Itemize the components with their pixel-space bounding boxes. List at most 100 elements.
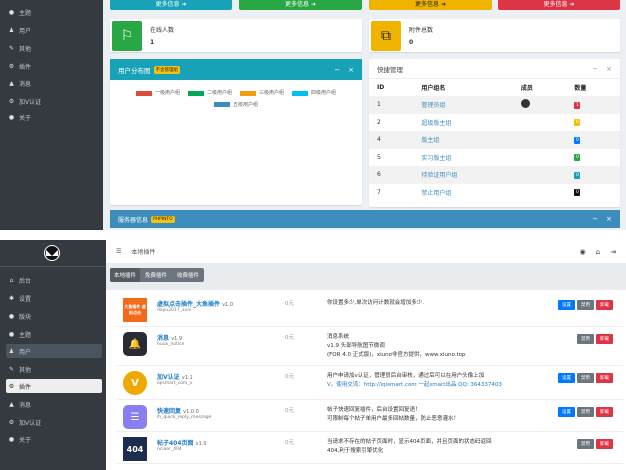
cogs-icon: ⚙ bbox=[8, 418, 15, 426]
legend-item[interactable]: 二级用户组 bbox=[187, 88, 232, 98]
plugin-name[interactable]: 快速回复 bbox=[157, 408, 181, 415]
group-link[interactable]: 禁止用户组 bbox=[421, 190, 451, 197]
settings-button[interactable]: 设置 bbox=[558, 300, 575, 310]
cogs-icon: ⚙ bbox=[8, 62, 15, 70]
group-link[interactable]: 管理员组 bbox=[421, 102, 445, 109]
sidebar-item[interactable]: ⌂ 后台 bbox=[6, 273, 102, 287]
disable-button[interactable]: 禁用 bbox=[577, 334, 594, 344]
tab-free-plugins[interactable]: 免费插件 bbox=[140, 268, 172, 282]
plugin-price: 0元 bbox=[285, 301, 294, 307]
plugin-price: 0元 bbox=[285, 335, 294, 341]
count-badge: 0 bbox=[574, 154, 581, 162]
sidebar-item[interactable]: ✱ 设置 bbox=[6, 291, 102, 305]
plugin-description: 用户申请加v认证，管理员后台审核，通过后可以在用户头像上加 V。使用交流：http… bbox=[327, 373, 502, 388]
group-link[interactable]: 实习版主组 bbox=[421, 155, 451, 162]
disable-button[interactable]: 禁用 bbox=[577, 300, 594, 310]
wrench-icon: ✎ bbox=[8, 44, 15, 52]
uninstall-button[interactable]: 卸载 bbox=[596, 373, 613, 383]
more-info-button[interactable]: 更多信息 ➜ bbox=[369, 0, 492, 10]
group-link[interactable]: 超级版主组 bbox=[421, 120, 451, 127]
quick-manage-box: 快捷管理 − × ID 用户组名 成员 数量 1 管理员组 1 2 超级版主组 0 4 版主组 0 5 实习… bbox=[369, 59, 620, 207]
home-icon: ⌂ bbox=[9, 276, 14, 284]
sidebar-item[interactable]: ● 关于 bbox=[6, 432, 102, 446]
sidebar-item-messages[interactable]: ▲ 消息 bbox=[6, 76, 102, 90]
plugin-row: V 加V认证 v1.1 iqismart_com_v 0元 用户申请加v认证，管… bbox=[117, 366, 623, 400]
minimize-icon[interactable]: − bbox=[592, 215, 598, 223]
sidebar-item[interactable]: ▲ 消息 bbox=[6, 397, 102, 411]
plugin-price: 0元 bbox=[285, 440, 294, 446]
tab-paid-plugins[interactable]: 收费插件 bbox=[172, 268, 204, 282]
plugin-row: 404 帖子404页面 v1.0 nciaer_404 0元 当请求不存在的帖子… bbox=[117, 432, 623, 464]
plugin-name[interactable]: 消息 bbox=[157, 335, 169, 342]
more-info-button[interactable]: 更多信息 ➜ bbox=[110, 0, 232, 10]
minimize-icon[interactable]: − bbox=[592, 65, 598, 73]
member-avatar-icon[interactable] bbox=[520, 99, 530, 109]
legend-item[interactable]: 一级用户组 bbox=[135, 88, 180, 98]
logo-icon[interactable]: ◣◢ bbox=[44, 245, 60, 261]
menu-icon[interactable]: ☰ bbox=[116, 248, 121, 255]
legend-swatch bbox=[292, 90, 309, 96]
sidebar-item[interactable]: ● 版块 bbox=[6, 309, 102, 323]
close-icon[interactable]: × bbox=[606, 215, 612, 223]
group-link[interactable]: 版主组 bbox=[421, 137, 439, 144]
sidebar-item-verify[interactable]: ⚙ 加V认证 bbox=[6, 94, 102, 108]
uninstall-button[interactable]: 卸载 bbox=[596, 300, 613, 310]
group-link[interactable]: 待验证用户组 bbox=[421, 172, 457, 179]
home-icon[interactable]: ⌂ bbox=[596, 248, 600, 256]
cogs-icon: ⚙ bbox=[8, 97, 15, 105]
sidebar-item[interactable]: ⚙ 加V认证 bbox=[6, 415, 102, 429]
logout-icon[interactable]: ⇥ bbox=[610, 248, 616, 256]
uninstall-button[interactable]: 卸载 bbox=[596, 334, 613, 344]
plugin-icon: 大鱼插件 虚拟点击 bbox=[123, 298, 147, 322]
more-info-button[interactable]: 更多信息 ➜ bbox=[239, 0, 362, 10]
sidebar-item[interactable]: ✎ 其他 bbox=[6, 362, 102, 376]
plugin-id: huux_notice bbox=[157, 342, 185, 347]
more-info-button[interactable]: 更多信息 ➜ bbox=[498, 0, 620, 10]
flag-icon: ⚐ bbox=[112, 20, 142, 51]
sidebar-item[interactable]: ♟ 用户 bbox=[6, 344, 102, 358]
plugin-name[interactable]: 帖子404页面 bbox=[157, 440, 194, 447]
tabs-bar: 本地插件 免费插件 收费插件 bbox=[106, 263, 626, 290]
plugin-description: 消息系统 v1.9 头部导航图节微调 (FOR 4.0 正式版)，xiuno非官方提… bbox=[327, 334, 466, 358]
disable-button[interactable]: 禁用 bbox=[577, 373, 594, 383]
legend-item[interactable]: 五级用户组 bbox=[213, 100, 258, 110]
attachments-box: ⧉ 附件总数 0 bbox=[369, 19, 620, 52]
table-row: 2 超级版主组 0 bbox=[377, 118, 581, 127]
uninstall-button[interactable]: 卸载 bbox=[596, 407, 613, 417]
table-row: 1 管理员组 1 bbox=[369, 96, 620, 114]
legend-item[interactable]: 三级用户组 bbox=[240, 88, 284, 98]
files-icon: ⧉ bbox=[371, 20, 401, 51]
sidebar-item-users[interactable]: ♟ 用户 bbox=[6, 23, 102, 37]
settings-button[interactable]: 设置 bbox=[558, 407, 575, 417]
legend-swatch bbox=[135, 90, 152, 96]
close-icon[interactable]: × bbox=[348, 66, 354, 74]
plugin-row: ☰ 快速回复 v1.0.0 lh_quick_reply_message 0元 … bbox=[117, 400, 623, 432]
sidebar-item-topic[interactable]: ● 主题 bbox=[6, 5, 102, 19]
user-group-table: ID 用户组名 成员 数量 1 管理员组 1 2 超级版主组 0 4 版主组 0 5 实习版主组 0 6 待验证… bbox=[369, 79, 620, 201]
sidebar-item-about[interactable]: ● 关于 bbox=[6, 110, 102, 124]
avatar-icon[interactable]: ◉ bbox=[580, 248, 586, 256]
minimize-icon[interactable]: − bbox=[334, 66, 340, 74]
top-header: ☰ 本地插件 ◉ ⌂ ⇥ bbox=[106, 240, 626, 263]
online-users-box: ⚐ 在线人数 1 bbox=[110, 19, 362, 52]
count-badge: 0 bbox=[574, 119, 581, 127]
comment-icon: ● bbox=[8, 330, 15, 338]
uninstall-button[interactable]: 卸载 bbox=[596, 439, 613, 449]
legend-item[interactable]: 四级用户组 bbox=[292, 88, 336, 98]
plugin-name[interactable]: 虚拟点击插件_大鱼插件 bbox=[157, 301, 220, 308]
settings-button[interactable]: 设置 bbox=[558, 373, 575, 383]
plugin-name[interactable]: 加V认证 bbox=[157, 374, 180, 381]
sidebar-item-plugins[interactable]: ⚙ 插件 bbox=[6, 59, 102, 73]
sidebar-item[interactable]: ⚙ 插件 bbox=[6, 379, 102, 393]
disable-button[interactable]: 禁用 bbox=[577, 407, 594, 417]
tab-local-plugins[interactable]: 本地插件 bbox=[110, 268, 141, 282]
close-icon[interactable]: × bbox=[606, 65, 612, 73]
plugin-price: 0元 bbox=[285, 374, 294, 380]
sidebar-item[interactable]: ● 主题 bbox=[6, 327, 102, 341]
plugin-icon: 404 bbox=[123, 437, 147, 461]
plugin-icon: 🔔 bbox=[123, 332, 147, 356]
disable-button[interactable]: 禁用 bbox=[577, 439, 594, 449]
sidebar-item-other[interactable]: ✎ 其他 bbox=[6, 41, 102, 55]
sidebar-bottom: ◣◢ ⌂ 后台 ✱ 设置 ● 版块 ● 主题 ♟ 用户 ✎ 其他 ⚙ 插件 ▲ 消息 ⚙ 加V认证 ● 关于 bbox=[0, 240, 106, 470]
plugin-icon: ☰ bbox=[123, 405, 147, 429]
